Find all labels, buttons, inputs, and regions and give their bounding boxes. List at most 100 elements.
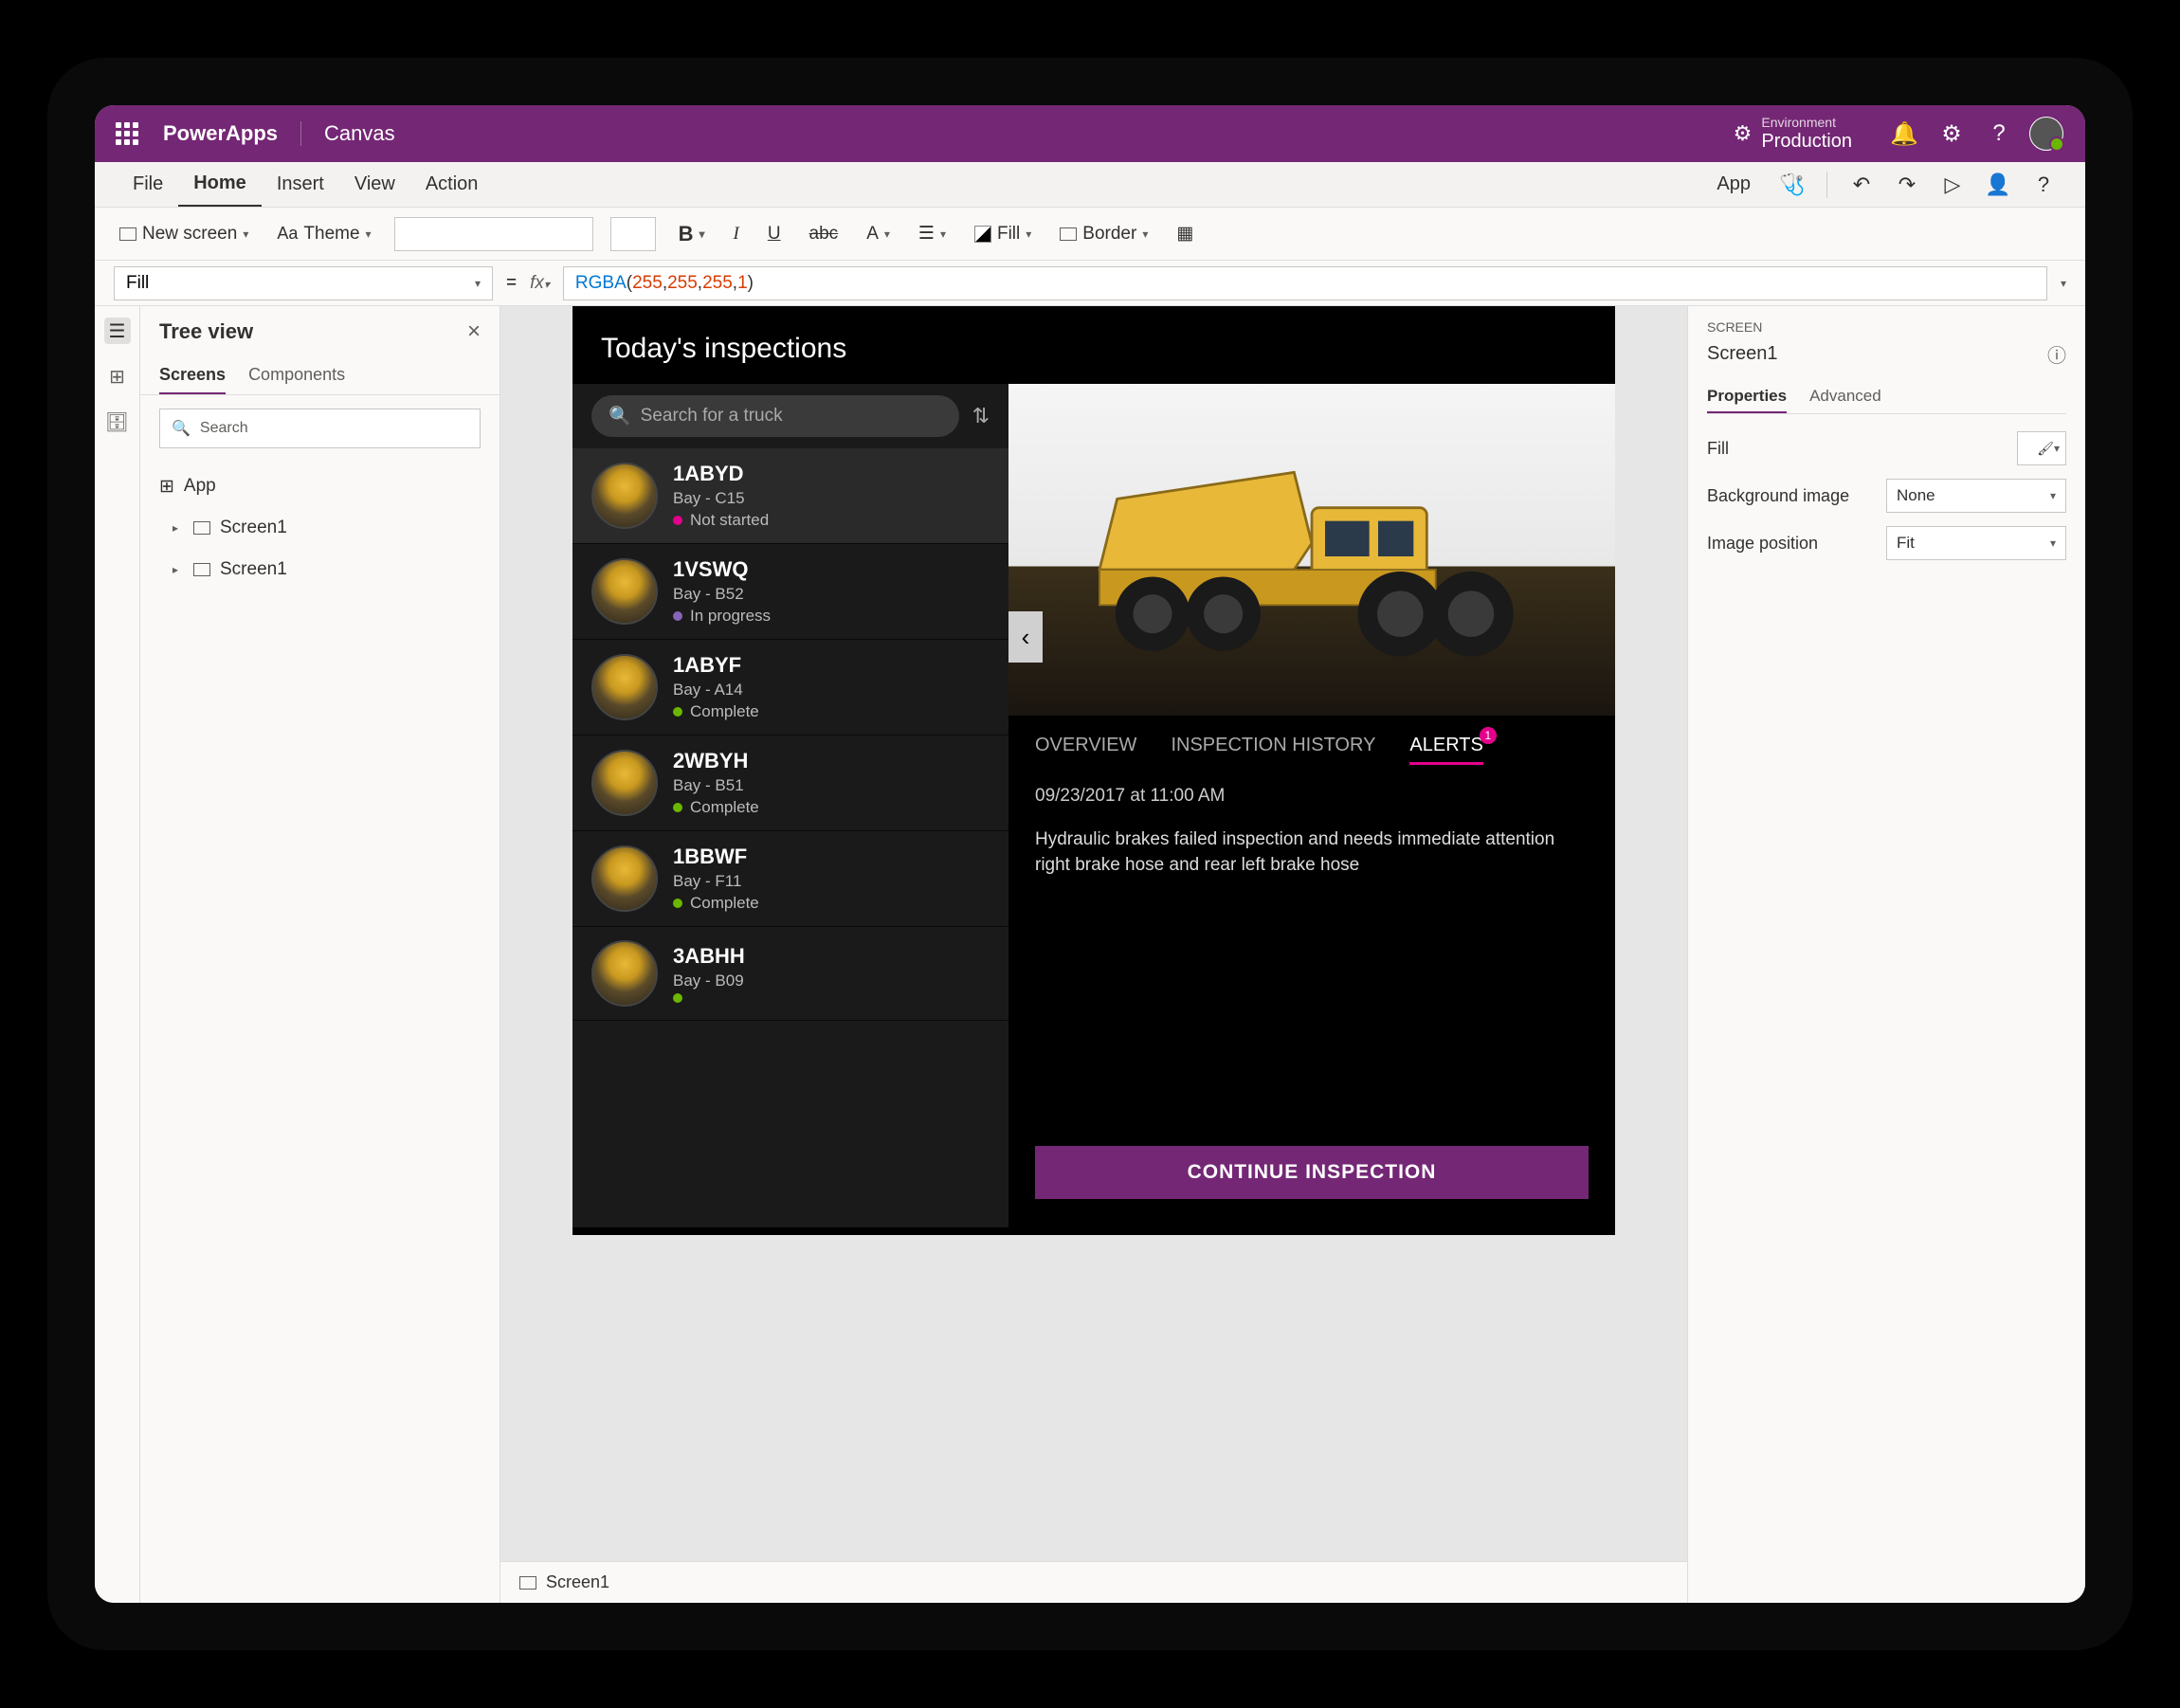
prop-fill-label: Fill bbox=[1707, 439, 1729, 459]
user-avatar[interactable] bbox=[2023, 110, 2070, 157]
truck-item[interactable]: 1ABYFBay - A14Complete bbox=[572, 640, 1008, 736]
prop-tab-properties[interactable]: Properties bbox=[1707, 381, 1787, 413]
tree-rail-icon[interactable]: ☰ bbox=[104, 318, 131, 344]
truck-bay: Bay - B09 bbox=[673, 972, 745, 990]
theme-button[interactable]: AaTheme▾ bbox=[271, 220, 376, 248]
search-icon: 🔍 bbox=[172, 419, 191, 438]
menu-insert[interactable]: Insert bbox=[262, 162, 339, 207]
prop-type-label: SCREEN bbox=[1707, 319, 2066, 335]
help-icon[interactable]: ⓘ bbox=[2047, 340, 2066, 368]
properties-panel: SCREEN Screen1ⓘ Properties Advanced Fill… bbox=[1687, 306, 2085, 1603]
fx-icon: fx▾ bbox=[530, 273, 550, 294]
sort-icon[interactable]: ⇅ bbox=[972, 404, 990, 428]
truck-item[interactable]: 1VSWQBay - B52In progress bbox=[572, 544, 1008, 640]
tab-overview[interactable]: OVERVIEW bbox=[1035, 735, 1136, 765]
dump-truck-illustration bbox=[1039, 410, 1585, 676]
canvas: Today's inspections 🔍Search for a truck … bbox=[500, 306, 1687, 1603]
truck-bay: Bay - C15 bbox=[673, 489, 769, 508]
fill-button[interactable]: Fill▾ bbox=[969, 220, 1037, 248]
app-launcher-icon[interactable] bbox=[110, 117, 144, 151]
menu-app[interactable]: App bbox=[1701, 173, 1766, 195]
redo-icon[interactable]: ↷ bbox=[1888, 166, 1926, 204]
alert-description: Hydraulic brakes failed inspection and n… bbox=[1008, 814, 1615, 891]
tree-app[interactable]: ⊞App bbox=[140, 465, 500, 507]
formula-expand-icon[interactable]: ▾ bbox=[2061, 277, 2066, 290]
arrange-icon[interactable]: ▦ bbox=[1171, 219, 1199, 248]
tree-screen2[interactable]: ▸Screen1 bbox=[140, 549, 500, 591]
truck-thumb bbox=[591, 750, 658, 816]
truck-bay: Bay - A14 bbox=[673, 681, 759, 700]
truck-item[interactable]: 1ABYDBay - C15Not started bbox=[572, 448, 1008, 544]
menu-view[interactable]: View bbox=[339, 162, 410, 207]
brand: PowerApps bbox=[163, 121, 301, 146]
tab-alerts[interactable]: ALERTS1 bbox=[1409, 735, 1482, 765]
help-icon[interactable]: ? bbox=[1975, 110, 2023, 157]
truck-thumb bbox=[591, 845, 658, 912]
font-color-button[interactable]: A▾ bbox=[861, 220, 896, 248]
settings-icon[interactable]: ⚙ bbox=[1928, 110, 1975, 157]
truck-name: 1BBWF bbox=[673, 845, 759, 869]
caret-icon: ▸ bbox=[173, 521, 184, 535]
tab-screens[interactable]: Screens bbox=[159, 357, 226, 394]
property-dropdown[interactable]: Fill▾ bbox=[114, 266, 493, 300]
close-icon[interactable]: × bbox=[467, 318, 481, 345]
border-button[interactable]: Border▾ bbox=[1054, 220, 1154, 248]
truck-search[interactable]: 🔍Search for a truck bbox=[591, 395, 959, 437]
truck-status bbox=[673, 993, 745, 1003]
formula-input[interactable]: RGBA(255, 255, 255, 1) bbox=[563, 266, 2047, 300]
bold-button[interactable]: B ▾ bbox=[673, 218, 711, 250]
tab-components[interactable]: Components bbox=[248, 357, 345, 394]
alert-timestamp: 09/23/2017 at 11:00 AM bbox=[1008, 778, 1615, 814]
truck-bay: Bay - F11 bbox=[673, 872, 759, 891]
truck-name: 1ABYD bbox=[673, 462, 769, 486]
truck-item[interactable]: 3ABHH Bay - B09 bbox=[572, 927, 1008, 1021]
continue-inspection-button[interactable]: CONTINUE INSPECTION bbox=[1035, 1146, 1589, 1199]
notifications-icon[interactable]: 🔔 bbox=[1880, 110, 1928, 157]
underline-button[interactable]: U bbox=[762, 220, 787, 248]
truck-name: 3ABHH bbox=[673, 944, 745, 969]
tree-search[interactable]: 🔍 Search bbox=[159, 409, 481, 448]
menubar: File Home Insert View Action App 🩺 ↶ ↷ ▷… bbox=[95, 162, 2085, 208]
app-icon: ⊞ bbox=[159, 476, 174, 498]
undo-icon[interactable]: ↶ bbox=[1843, 166, 1880, 204]
menu-action[interactable]: Action bbox=[410, 162, 494, 207]
truck-hero-image bbox=[1008, 384, 1615, 716]
formula-bar: Fill▾ = fx▾ RGBA(255, 255, 255, 1) ▾ bbox=[95, 261, 2085, 306]
truck-bay: Bay - B52 bbox=[673, 585, 771, 604]
help-ribbon-icon[interactable]: ? bbox=[2025, 166, 2062, 204]
detail-panel: ‹ bbox=[1008, 384, 1615, 1227]
menu-home[interactable]: Home bbox=[178, 162, 262, 207]
back-button[interactable]: ‹ bbox=[1008, 611, 1043, 663]
prop-imgpos-select[interactable]: Fit▾ bbox=[1886, 526, 2066, 560]
new-screen-button[interactable]: New screen▾ bbox=[114, 220, 254, 248]
menu-file[interactable]: File bbox=[118, 162, 178, 207]
insert-rail-icon[interactable]: ⊞ bbox=[104, 363, 131, 390]
truck-item[interactable]: 1BBWF Bay - F11 Complete bbox=[572, 831, 1008, 927]
align-button[interactable]: ☰▾ bbox=[913, 219, 952, 248]
left-rail: ☰ ⊞ 🗄 bbox=[95, 306, 140, 1603]
tree-panel: Tree view × Screens Components 🔍 Search … bbox=[140, 306, 500, 1603]
screen-icon bbox=[519, 1576, 536, 1590]
font-size-box[interactable] bbox=[610, 217, 656, 251]
truck-thumb bbox=[591, 940, 658, 1007]
italic-button[interactable]: I bbox=[727, 220, 744, 248]
data-rail-icon[interactable]: 🗄 bbox=[104, 409, 131, 435]
font-dropdown[interactable] bbox=[394, 217, 593, 251]
equals-label: = bbox=[506, 273, 517, 294]
strikethrough-button[interactable]: abc bbox=[804, 220, 845, 248]
status-bar: Screen1 bbox=[500, 1561, 1687, 1603]
truck-thumb bbox=[591, 558, 658, 625]
prop-tab-advanced[interactable]: Advanced bbox=[1809, 381, 1881, 413]
share-icon[interactable]: 👤 bbox=[1979, 166, 2017, 204]
environment-picker[interactable]: ⚙ Environment Production bbox=[1734, 115, 1852, 154]
app-preview: Today's inspections 🔍Search for a truck … bbox=[572, 306, 1615, 1235]
prop-fill-color[interactable]: 🖌▾ bbox=[2017, 431, 2066, 465]
tree-screen1[interactable]: ▸Screen1 bbox=[140, 507, 500, 549]
prop-bgimage-select[interactable]: None▾ bbox=[1886, 479, 2066, 513]
doc-type: Canvas bbox=[301, 121, 395, 146]
tab-inspection-history[interactable]: INSPECTION HISTORY bbox=[1171, 735, 1375, 765]
truck-status: Complete bbox=[673, 894, 759, 913]
checker-icon[interactable]: 🩺 bbox=[1773, 166, 1811, 204]
truck-item[interactable]: 2WBYHBay - B51Complete bbox=[572, 736, 1008, 831]
play-icon[interactable]: ▷ bbox=[1934, 166, 1971, 204]
